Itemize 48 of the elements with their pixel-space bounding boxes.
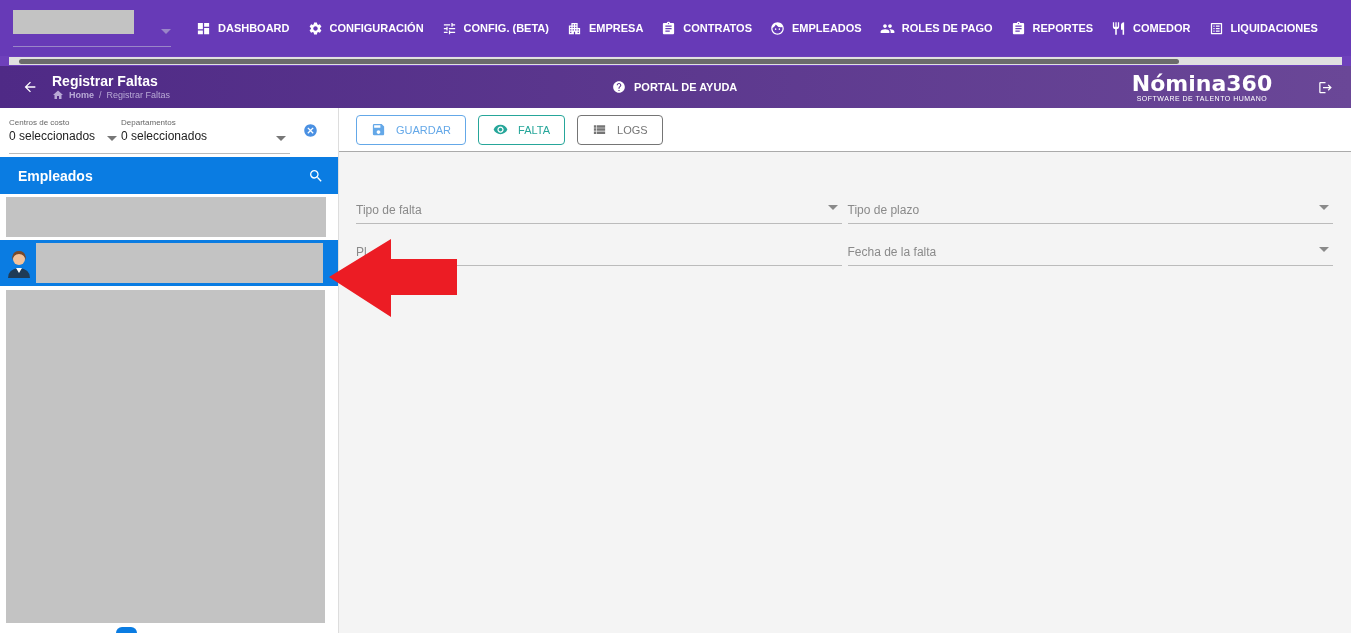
nav-item[interactable]: COMEDOR [1102,20,1200,36]
nav-item[interactable]: DASHBOARD [187,20,299,36]
nav-item[interactable]: ROLES DE PAGO [870,20,1002,36]
dropdown-caret-icon [1319,247,1329,252]
breadcrumb-current: Registrar Faltas [106,90,171,100]
save-icon [371,122,386,137]
face-icon [770,20,785,36]
list-icon [1208,20,1224,36]
company-select[interactable] [13,9,171,47]
building-icon [566,20,582,36]
dropdown-caret-icon [1319,205,1329,210]
utensils-icon [1111,20,1127,36]
nav-item[interactable]: CONFIG. (BETA) [432,20,558,36]
clipboard-icon [661,20,677,36]
employee-item[interactable] [0,240,338,286]
help-portal-link[interactable]: PORTAL DE AYUDA [612,80,1102,94]
clipboard-icon [1010,20,1026,36]
gear-icon [307,20,323,36]
logout-icon[interactable] [1318,79,1333,95]
sliders-icon [441,20,457,36]
nav-item[interactable]: EMPLEADOS [761,20,871,36]
dropdown-caret-icon [107,136,117,141]
nav-item[interactable]: CONTRATOS [652,20,761,36]
dropdown-caret-icon [161,28,171,34]
employees-title: Empleados [18,167,93,184]
breadcrumb-separator: / [99,90,102,100]
nav-item[interactable]: REPORTES [1001,20,1103,36]
search-icon[interactable] [308,167,324,184]
nav-item[interactable]: EMPRESA [557,20,653,36]
clear-icon[interactable] [303,123,318,138]
filter-select[interactable]: Centros de costo 0 seleccionados [9,118,121,154]
dropdown-caret-icon [276,136,286,141]
scrollbar-thumb[interactable] [19,58,1179,64]
list-icon [592,122,607,137]
page-title: Registrar Faltas [52,73,159,89]
breadcrumb-link[interactable]: Home [69,90,94,100]
nav-item[interactable]: LIQUIDACIONES [1199,20,1327,36]
dashboard-icon [196,20,211,36]
nav-item[interactable]: CONFIGURACIÓN [298,20,433,36]
help-icon [612,80,626,94]
filter-select[interactable]: Departamentos 0 seleccionados [121,118,290,154]
back-arrow-icon[interactable] [22,79,38,95]
logo-text: Nómina360 [1131,72,1273,95]
dropdown-caret-icon [827,205,838,210]
avatar-icon [6,248,32,278]
logs-button[interactable]: LOGS [577,114,663,145]
home-icon [52,89,64,101]
eye-icon [493,122,508,137]
